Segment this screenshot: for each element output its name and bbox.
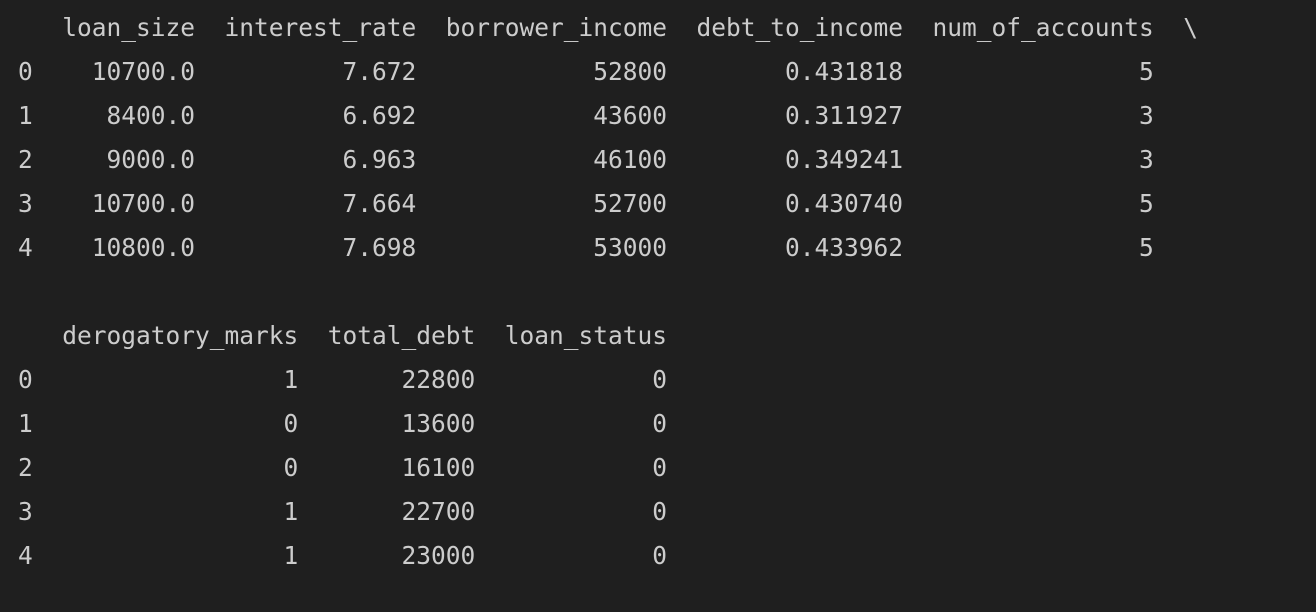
dataframe-row: 4 1 23000 0 [18,541,668,570]
dataframe-row: 1 8400.0 6.692 43600 0.311927 3 [18,101,1154,130]
dataframe-row: 2 9000.0 6.963 46100 0.349241 3 [18,145,1154,174]
dataframe-row: 3 1 22700 0 [18,497,668,526]
dataframe-row: 0 1 22800 0 [18,365,668,394]
dataframe-output-part-2: derogatory_marks total_debt loan_status 0… [18,314,667,578]
dataframe-output-part-1: loan_size interest_rate borrower_income … [18,6,1198,270]
dataframe-row: 3 10700.0 7.664 52700 0.430740 5 [18,189,1154,218]
dataframe-row: 1 0 13600 0 [18,409,668,438]
dataframe-row: 0 10700.0 7.672 52800 0.431818 5 [18,57,1154,86]
dataframe-header-row: derogatory_marks total_debt loan_status [18,321,668,350]
cell-output: loan_size interest_rate borrower_income … [0,0,1316,612]
dataframe-row: 2 0 16100 0 [18,453,668,482]
dataframe-header-row: loan_size interest_rate borrower_income … [18,13,1199,42]
dataframe-row: 4 10800.0 7.698 53000 0.433962 5 [18,233,1154,262]
